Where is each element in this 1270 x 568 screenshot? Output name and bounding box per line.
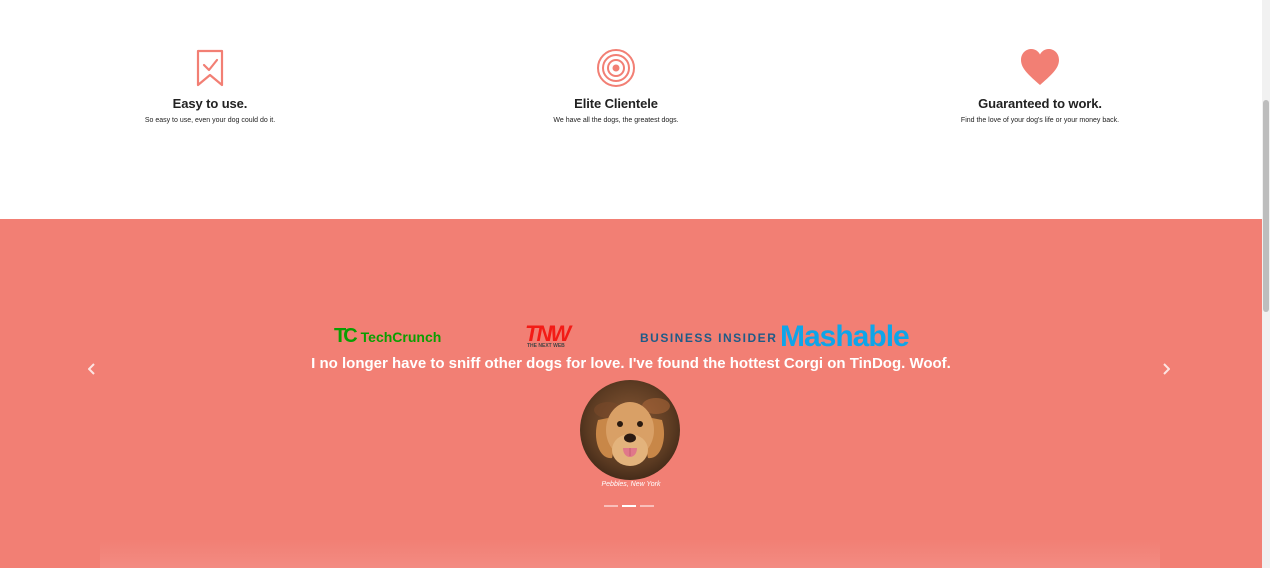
carousel-indicators <box>604 505 654 507</box>
feature-text: We have all the dogs, the greatest dogs. <box>553 117 679 124</box>
feature-guaranteed: Guaranteed to work. Find the love of you… <box>890 48 1190 124</box>
press-band <box>100 539 1160 568</box>
carousel-indicator-3[interactable] <box>640 505 654 507</box>
testimonial-carousel: I no longer have to sniff other dogs for… <box>0 219 1262 568</box>
features-section: Easy to use. So easy to use, even your d… <box>0 0 1262 219</box>
techcrunch-logo: TC TechCrunch <box>334 325 441 348</box>
feature-elite-clientele: Elite Clientele We have all the dogs, th… <box>466 48 766 124</box>
heart-icon <box>1021 49 1059 85</box>
dog-photo <box>580 380 680 480</box>
tnw-logo: TNW <box>525 321 571 346</box>
testimonial-quote: I no longer have to sniff other dogs for… <box>311 355 951 372</box>
feature-title: Easy to use. <box>172 96 248 111</box>
bookmark-check-icon <box>196 49 224 87</box>
techcrunch-name: TechCrunch <box>360 328 442 345</box>
techcrunch-mark: TC <box>334 325 358 347</box>
tnw-logo-sub: THE NEXT WEB <box>527 343 565 349</box>
scrollbar-thumb[interactable] <box>1263 100 1269 312</box>
feature-title: Guaranteed to work. <box>978 96 1102 111</box>
target-icon <box>597 49 635 87</box>
feature-title: Elite Clientele <box>574 96 658 111</box>
carousel-indicator-2[interactable] <box>622 505 636 507</box>
scrollbar[interactable] <box>1262 0 1270 568</box>
testimonial-author: Pebbles, New York <box>601 481 661 488</box>
mashable-logo: Mashable <box>780 320 910 353</box>
carousel-indicator-1[interactable] <box>604 505 618 507</box>
business-insider-logo: BUSINESS INSIDER <box>640 331 778 345</box>
feature-text: Find the love of your dog's life or your… <box>960 117 1120 124</box>
avatar <box>580 380 680 480</box>
feature-easy-to-use: Easy to use. So easy to use, even your d… <box>60 48 360 124</box>
feature-text: So easy to use, even your dog could do i… <box>144 117 276 124</box>
